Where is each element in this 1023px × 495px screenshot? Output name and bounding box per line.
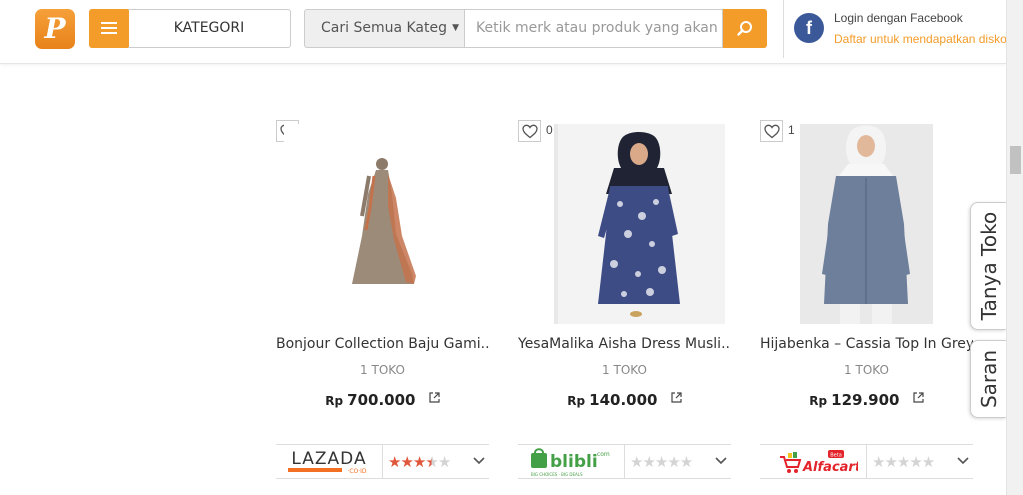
- category-select[interactable]: Cari Semua Kateg ▼: [304, 9, 465, 48]
- lazada-logo: LAZADA ·CO·ID: [288, 449, 367, 475]
- price-value: 140.000: [589, 391, 658, 409]
- like-count: 0: [546, 123, 553, 137]
- product-name[interactable]: Bonjour Collection Baju Gami...: [276, 336, 489, 352]
- chevron-down-icon[interactable]: [473, 457, 485, 465]
- header-divider: [783, 0, 784, 58]
- chevron-down-icon[interactable]: [957, 457, 969, 465]
- external-link-icon[interactable]: [671, 392, 682, 403]
- kategori-button[interactable]: KATEGORI: [128, 9, 291, 48]
- ask-store-label: Tanya Toko: [976, 211, 1001, 321]
- store-count: 1 TOKO: [602, 363, 647, 377]
- price-currency: Rp: [809, 394, 828, 408]
- product-image[interactable]: [800, 124, 933, 324]
- store-row-divider: [866, 445, 867, 478]
- star-icon: ★: [425, 453, 438, 471]
- heart-icon: [522, 124, 538, 139]
- svg-text:BIG CHOICES · BIG DEALS: BIG CHOICES · BIG DEALS: [531, 472, 583, 477]
- search-button[interactable]: [723, 9, 767, 48]
- page-scrollbar[interactable]: [1006, 0, 1023, 495]
- rating-stars: ★★★★★: [872, 453, 935, 471]
- star-icon: ★: [388, 453, 401, 471]
- heart-icon: [764, 124, 780, 139]
- scrollbar-thumb[interactable]: [1010, 146, 1021, 174]
- price-currency: Rp: [325, 394, 344, 408]
- product-price: Rp 140.000: [518, 391, 731, 409]
- store-row-divider: [382, 445, 383, 478]
- store-count: 1 TOKO: [844, 363, 889, 377]
- svg-text:·CO·ID: ·CO·ID: [347, 468, 366, 475]
- store-row-divider: [624, 445, 625, 478]
- ask-store-tab[interactable]: Tanya Toko: [970, 202, 1006, 330]
- rating-stars: ★★★★★: [630, 453, 693, 471]
- search-icon: [737, 21, 752, 36]
- facebook-login-link[interactable]: Login dengan Facebook: [834, 11, 963, 25]
- alfacart-logo: Alfacart Beta: [780, 450, 858, 475]
- like-button[interactable]: [760, 120, 783, 142]
- star-icon: ★★★★★: [872, 453, 935, 471]
- external-link-icon[interactable]: [429, 392, 440, 403]
- store-count: 1 TOKO: [360, 363, 405, 377]
- search-input[interactable]: Ketik merk atau produk yang akan Ar: [464, 9, 723, 48]
- menu-button[interactable]: [89, 9, 129, 48]
- price-currency: Rp: [567, 394, 586, 408]
- store-offer-row[interactable]: LAZADA ·CO·ID ★★★★★: [276, 444, 489, 479]
- dropdown-arrow-icon: ▼: [452, 23, 459, 33]
- hamburger-icon-bar: [101, 27, 117, 29]
- logo-icon[interactable]: P: [35, 9, 75, 49]
- hamburger-icon-bar: [101, 32, 117, 34]
- like-button[interactable]: [518, 120, 541, 142]
- hamburger-icon-bar: [101, 22, 117, 24]
- external-link-icon[interactable]: [913, 392, 924, 403]
- suggestion-tab[interactable]: Saran: [970, 340, 1006, 418]
- site-header: P KATEGORI Cari Semua Kateg ▼ Ketik merk…: [0, 0, 1006, 64]
- facebook-icon[interactable]: f: [794, 13, 824, 43]
- blibli-logo: blibli .com BIG CHOICES · BIG DEALS: [531, 448, 610, 477]
- product-card[interactable]: 0 YesaMalika Aisha Dress Musli... 1 TOKO…: [518, 118, 731, 488]
- product-card[interactable]: 0 Bonjour Collection Baju Gami... 1 TOKO…: [276, 118, 489, 488]
- category-select-value: Cari Semua Kateg: [321, 20, 447, 36]
- chevron-down-icon[interactable]: [715, 457, 727, 465]
- rating-stars: ★★★★★: [388, 453, 451, 471]
- product-image[interactable]: [554, 124, 725, 324]
- product-image[interactable]: [284, 124, 484, 324]
- svg-text:Beta: Beta: [830, 453, 842, 459]
- product-name[interactable]: YesaMalika Aisha Dress Musli...: [518, 336, 731, 352]
- star-icon: ★: [437, 453, 451, 471]
- star-icon: ★: [412, 453, 426, 471]
- like-count: 1: [788, 123, 795, 137]
- suggestion-label: Saran: [976, 349, 1001, 409]
- price-value: 129.900: [831, 391, 900, 409]
- product-price: Rp 129.900: [760, 391, 973, 409]
- svg-text:LAZADA: LAZADA: [291, 449, 366, 469]
- product-card[interactable]: 1 Hijabenka – Cassia Top In Grey 1 TOKO …: [760, 118, 973, 488]
- register-discount-link[interactable]: Daftar untuk mendapatkan disko: [834, 32, 1006, 46]
- product-name[interactable]: Hijabenka – Cassia Top In Grey: [760, 336, 973, 352]
- price-value: 700.000: [347, 391, 416, 409]
- product-price: Rp 700.000: [276, 391, 489, 409]
- svg-text:Alfacart: Alfacart: [802, 460, 858, 475]
- svg-text:blibli: blibli: [550, 452, 598, 472]
- star-icon: ★: [400, 453, 413, 471]
- svg-text:.com: .com: [595, 451, 610, 458]
- store-offer-row[interactable]: Alfacart Beta ★★★★★: [760, 444, 973, 479]
- star-icon: ★★★★★: [630, 453, 693, 471]
- store-offer-row[interactable]: blibli .com BIG CHOICES · BIG DEALS ★★★★…: [518, 444, 731, 479]
